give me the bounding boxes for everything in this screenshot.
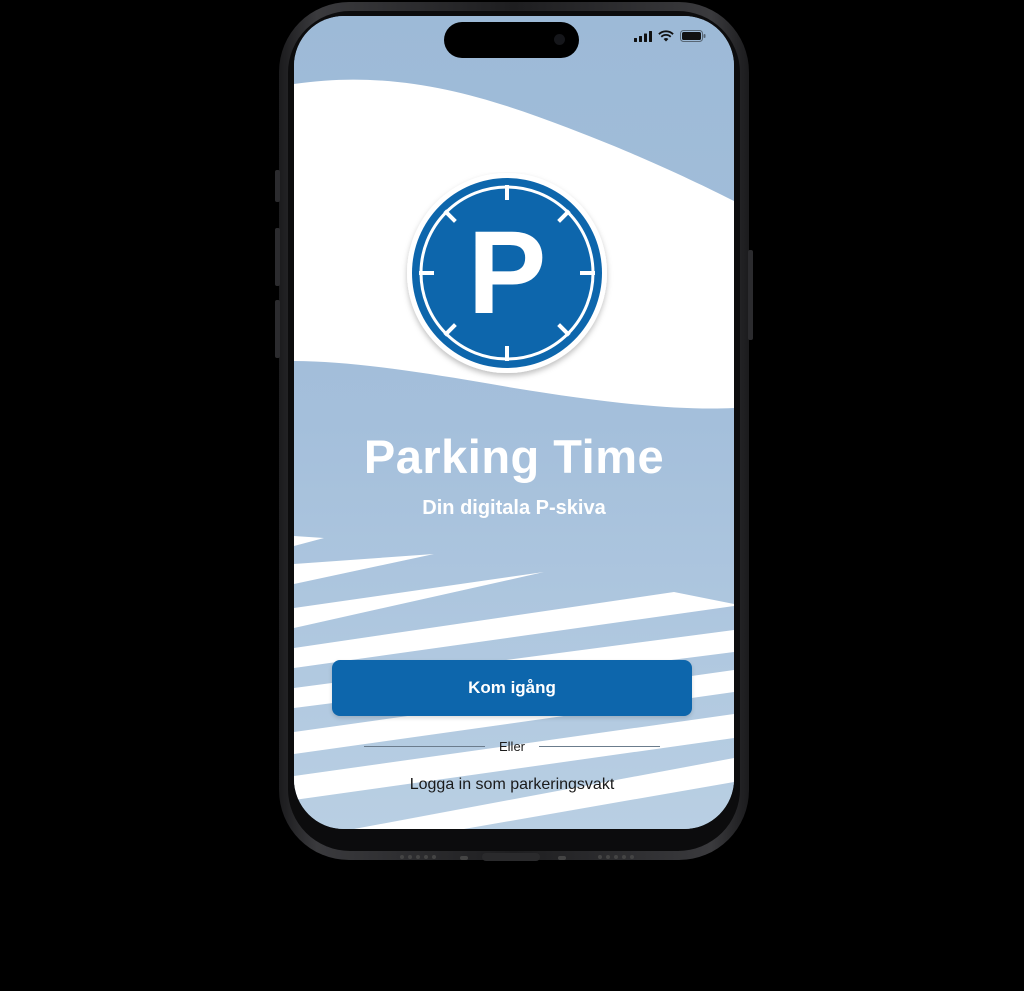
power-button	[748, 250, 753, 340]
logo-letter: P	[468, 207, 547, 339]
volume-down-button	[275, 300, 280, 358]
app-title: Parking Time	[363, 430, 665, 483]
login-as-attendant-link[interactable]: Logga in som parkeringsvakt	[294, 776, 730, 794]
signal-icon	[634, 30, 652, 42]
action-button	[275, 170, 280, 202]
parking-logo-icon: P	[407, 173, 607, 373]
divider-line-right	[539, 745, 661, 747]
app-subtitle: Din digitala P-skiva	[422, 497, 606, 519]
screw-hole	[558, 856, 566, 860]
volume-up-button	[275, 228, 280, 286]
dynamic-island	[444, 22, 579, 58]
battery-icon	[680, 30, 706, 42]
or-divider: Eller	[364, 736, 661, 756]
speaker-grill-right	[598, 855, 634, 860]
stage: P Parking Time Din digitala P-skiva Kom …	[0, 0, 1024, 991]
microphone-hole	[460, 856, 468, 860]
get-started-button[interactable]: Kom igång	[332, 660, 692, 716]
charging-port	[482, 853, 540, 861]
camera-icon	[554, 34, 565, 45]
speaker-grill-left	[400, 855, 436, 860]
phone-screen: P Parking Time Din digitala P-skiva Kom …	[294, 16, 734, 829]
wifi-icon	[658, 30, 674, 42]
divider-label: Eller	[499, 738, 526, 754]
divider-line-left	[364, 745, 485, 747]
status-bar	[634, 30, 706, 42]
